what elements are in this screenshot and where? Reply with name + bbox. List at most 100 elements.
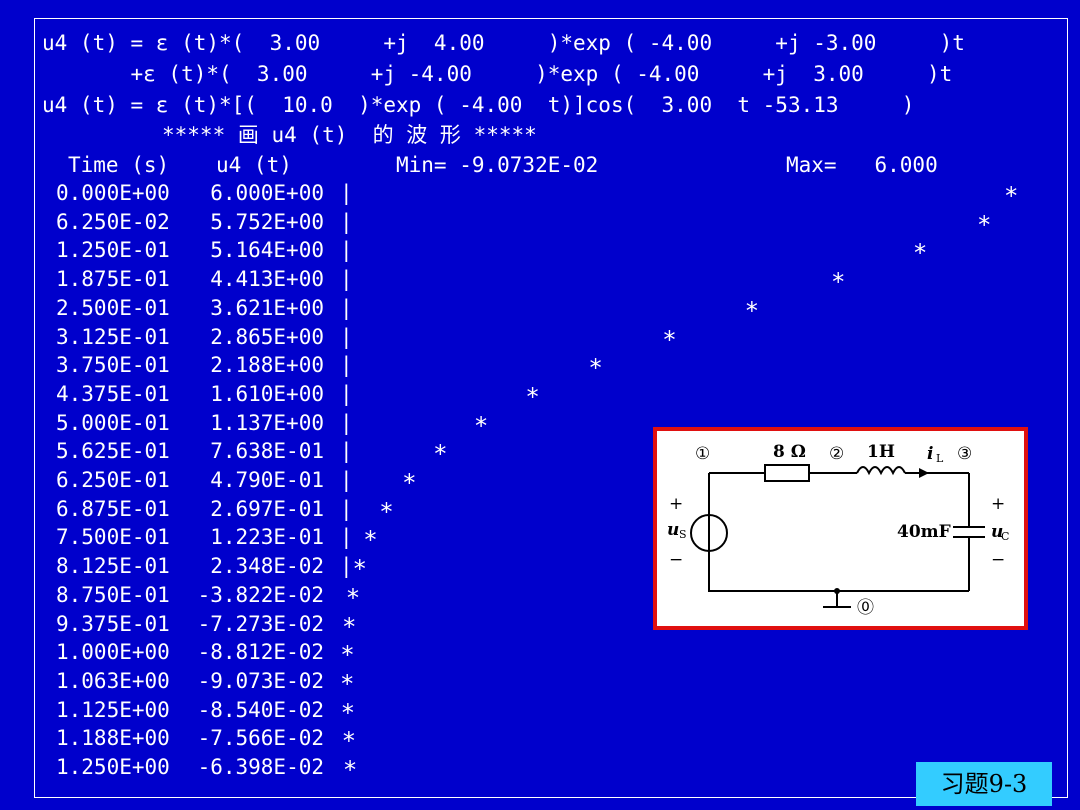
- waveform-point: *: [525, 382, 540, 411]
- exercise-tag: 习题9-3: [916, 762, 1052, 806]
- u4-value-cell: -7.273E-02: [197, 611, 324, 636]
- waveform-point: *: [345, 583, 361, 612]
- plot-axis-mark: |: [340, 209, 353, 234]
- equation-line-2: +ε (t)*( 3.00 +j -4.00 )*exp ( -4.00 +j …: [42, 62, 953, 86]
- source-label: u: [667, 520, 679, 540]
- circuit-diagram: ① 8 Ω ② 1H i L ③ + u S − 40mF + u C − ⓪: [653, 427, 1028, 630]
- time-cell: 6.250E-02: [56, 209, 170, 234]
- time-cell: 6.875E-01: [56, 496, 170, 521]
- current-label: i: [927, 444, 933, 464]
- resistor-label: 8 Ω: [773, 442, 806, 462]
- source-subscript: S: [679, 528, 687, 541]
- u4-value-cell: -9.073E-02: [197, 668, 324, 693]
- cap-voltage-subscript: C: [1001, 530, 1009, 543]
- node-2-label: ②: [829, 444, 844, 464]
- capacitor-label: 40mF: [897, 522, 951, 542]
- time-cell: 9.375E-01: [56, 611, 170, 636]
- u4-value-cell: 7.638E-01: [210, 439, 324, 464]
- inductor-label: 1H: [867, 442, 895, 462]
- time-cell: 3.125E-01: [56, 324, 170, 349]
- time-cell: 1.188E+00: [56, 726, 170, 751]
- plot-axis-mark: |: [340, 554, 353, 579]
- plot-axis-mark: |: [340, 496, 353, 521]
- node-1-label: ①: [695, 444, 710, 464]
- plot-axis-mark: |: [340, 410, 353, 435]
- equation-line-3: u4 (t) = ε (t)*[( 10.0 )*exp ( -4.00 t)]…: [42, 93, 915, 117]
- plot-title: ***** 画 u4 (t) 的 波 形 *****: [162, 123, 537, 147]
- plot-axis-mark: |: [340, 295, 353, 320]
- u4-value-cell: 5.752E+00: [210, 209, 324, 234]
- node-3-label: ③: [957, 444, 972, 464]
- waveform-point: *: [341, 727, 357, 756]
- waveform-point: *: [340, 669, 355, 698]
- u4-value-cell: -3.822E-02: [197, 582, 324, 607]
- waveform-point: *: [402, 469, 417, 497]
- time-cell: 1.875E-01: [56, 267, 170, 292]
- waveform-point: *: [340, 641, 355, 670]
- circuit-schematic: ① 8 Ω ② 1H i L ③ + u S − 40mF + u C − ⓪: [667, 442, 1009, 618]
- waveform-point: *: [588, 354, 603, 383]
- time-cell: 7.500E-01: [56, 525, 170, 550]
- u4-value-cell: 2.188E+00: [210, 353, 324, 378]
- time-cell: 5.625E-01: [56, 439, 170, 464]
- u4-value-cell: 3.621E+00: [210, 295, 324, 320]
- plot-axis-mark: |: [340, 381, 353, 406]
- u4-value-cell: 5.164E+00: [210, 238, 324, 263]
- time-cell: 3.750E-01: [56, 353, 170, 378]
- u4-value-cell: 4.790E-01: [210, 468, 324, 492]
- source-minus: −: [669, 550, 683, 570]
- column-header-time: Time (s): [68, 153, 170, 177]
- time-cell: 1.250E+00: [56, 755, 170, 779]
- cap-plus: +: [991, 494, 1005, 514]
- waveform-point: *: [341, 612, 357, 641]
- waveform-point: *: [662, 325, 677, 354]
- time-cell: 6.250E-01: [56, 468, 170, 492]
- column-header-u4: u4 (t): [216, 153, 292, 177]
- u4-value-cell: 1.610E+00: [210, 381, 324, 406]
- u4-value-cell: -6.398E-02: [197, 755, 324, 779]
- plot-axis-mark: |: [340, 267, 353, 292]
- waveform-point: *: [342, 756, 358, 784]
- plot-axis-mark: |: [340, 525, 353, 550]
- time-cell: 1.250E-01: [56, 238, 170, 263]
- u4-value-cell: 6.000E+00: [210, 181, 324, 205]
- plot-axis-mark: |: [340, 238, 353, 263]
- waveform-point: *: [744, 296, 760, 325]
- time-cell: 1.125E+00: [56, 697, 170, 722]
- waveform-point: *: [830, 268, 846, 297]
- equation-line-1: u4 (t) = ε (t)*( 3.00 +j 4.00 )*exp ( -4…: [42, 31, 965, 55]
- u4-value-cell: -8.540E-02: [197, 697, 324, 722]
- u4-value-cell: 2.865E+00: [210, 324, 324, 349]
- time-cell: 8.125E-01: [56, 554, 170, 579]
- waveform-point: *: [433, 440, 448, 469]
- time-cell: 1.063E+00: [56, 668, 170, 693]
- waveform-point: *: [363, 526, 378, 555]
- waveform-point: *: [1004, 182, 1019, 210]
- plot-axis-mark: |: [340, 468, 353, 492]
- time-cell: 8.750E-01: [56, 582, 170, 607]
- u4-value-cell: 2.697E-01: [210, 496, 324, 521]
- u4-value-cell: 1.223E-01: [210, 525, 324, 550]
- waveform-point: *: [976, 210, 992, 239]
- cap-minus: −: [991, 550, 1005, 570]
- waveform-point: *: [912, 239, 928, 268]
- min-value-label: Min= -9.0732E-02: [396, 153, 599, 177]
- time-cell: 4.375E-01: [56, 381, 170, 406]
- waveform-point: *: [340, 698, 356, 727]
- plot-axis-mark: |: [340, 353, 353, 378]
- u4-value-cell: 1.137E+00: [210, 410, 324, 435]
- waveform-point: *: [473, 411, 489, 440]
- waveform-point: *: [352, 555, 367, 584]
- current-subscript: L: [936, 452, 944, 465]
- waveform-point: *: [379, 497, 394, 526]
- node-0-label: ⓪: [857, 598, 874, 618]
- source-plus: +: [669, 494, 683, 514]
- max-value-label: Max= 6.000: [786, 153, 938, 177]
- time-cell: 0.000E+00: [56, 181, 170, 205]
- u4-value-cell: -7.566E-02: [197, 726, 324, 751]
- time-cell: 2.500E-01: [56, 295, 170, 320]
- time-cell: 5.000E-01: [56, 410, 170, 435]
- plot-axis-mark: |: [340, 439, 353, 464]
- u4-value-cell: 2.348E-02: [210, 554, 324, 579]
- plot-axis-mark: |: [340, 324, 353, 349]
